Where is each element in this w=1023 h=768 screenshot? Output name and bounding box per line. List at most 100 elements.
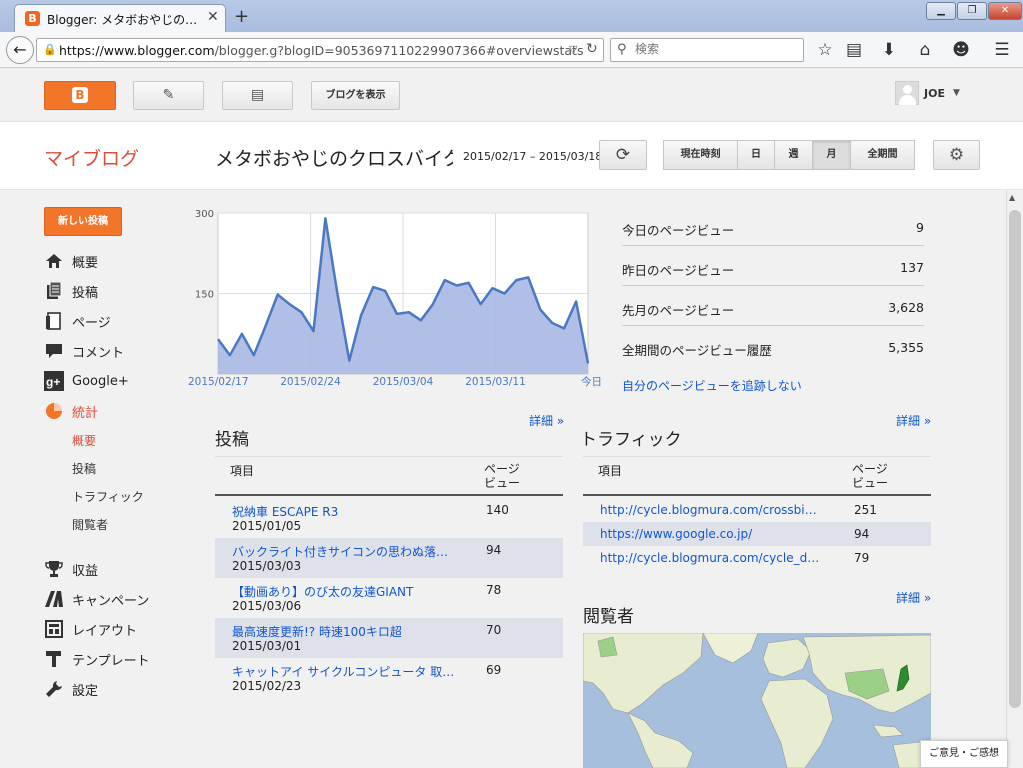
table-row: http://cycle.blogmura.com/crossbike/ 251 [583, 498, 931, 522]
stats-sub-traffic[interactable]: トラフィック [72, 488, 144, 505]
scroll-up-icon[interactable]: ▲ [1009, 193, 1015, 202]
browser-tab[interactable]: B Blogger: メタボおやじの… ✕ [14, 4, 226, 32]
chart-y-tick-label: 150 [195, 290, 214, 301]
range-month-button[interactable]: 月 [812, 140, 851, 170]
new-post-pencil-button[interactable]: ✎ [133, 81, 204, 110]
sidebar-item-overview[interactable]: 概要 [44, 250, 98, 272]
documents-icon: ▤ [250, 87, 265, 103]
sidebar-item-layout[interactable]: レイアウト [44, 618, 137, 640]
traffic-views: 94 [854, 527, 870, 541]
url-dropdown-icon[interactable]: ▽ [569, 43, 577, 56]
sidebar-item-label: キャンペーン [72, 593, 150, 609]
menu-hamburger-icon[interactable]: ☰ [991, 40, 1013, 60]
post-title-link[interactable]: キャットアイ サイクルコンピュータ 取説… [232, 663, 457, 680]
svg-text:g+: g+ [46, 375, 60, 389]
tab-close-icon[interactable]: ✕ [207, 9, 219, 25]
sidebar-item-settings[interactable]: 設定 [44, 678, 98, 700]
posts-more-link[interactable]: 詳細 » [529, 412, 564, 429]
traffic-source-link[interactable]: https://www.google.co.jp/ [600, 527, 822, 541]
table-row: 祝納車 ESCAPE R3 2015/01/05 140 [215, 498, 563, 538]
maximize-button[interactable]: ❐ [957, 2, 987, 20]
sidebar-item-posts[interactable]: 投稿 [44, 280, 98, 302]
browser-search-input[interactable] [635, 42, 795, 56]
sidebar-item-label: レイアウト [72, 623, 138, 639]
campaign-icon [44, 589, 64, 609]
bookmarks-list-icon[interactable]: ▤ [843, 40, 865, 60]
sidebar-item-template[interactable]: テンプレート [44, 648, 150, 670]
window-close-button[interactable]: ✕ [988, 2, 1022, 20]
stat-last-month: 先月のページビュー 3,628 [622, 286, 924, 326]
post-views: 78 [486, 583, 502, 597]
stat-all-time: 全期間のページビュー履歴 5,355 [622, 326, 924, 366]
traffic-col-item: 項目 [598, 464, 623, 478]
posts-table-header: 項目 ページ ビュー [215, 456, 563, 496]
url-text[interactable]: https://www.blogger.com/blogger.g?blogID… [59, 43, 583, 58]
back-button[interactable]: ← [6, 36, 34, 64]
traffic-source-link[interactable]: http://cycle.blogmura.com/crossbike/ [600, 503, 822, 517]
blogger-header: B ✎ ▤ ブログを表示 JOE ▼ [0, 68, 1023, 122]
bookmark-star-icon[interactable]: ☆ [814, 40, 836, 60]
sidebar-item-pages[interactable]: ページ [44, 310, 111, 332]
my-blog-link[interactable]: マイブログ [44, 144, 139, 171]
traffic-source-link[interactable]: http://cycle.blogmura.com/cycle_diary/ [600, 551, 822, 565]
home-browser-icon[interactable]: ⌂ [914, 40, 936, 60]
avatar[interactable] [895, 81, 919, 105]
browser-titlebar: B Blogger: メタボおやじの… ✕ + ▁ ❐ ✕ [0, 0, 1023, 32]
scrollbar-thumb[interactable] [1009, 210, 1021, 708]
pageviews-chart: 150 300 2015/02/17 2015/02/24 2015/03/04 2015… [188, 209, 602, 388]
new-tab-icon[interactable]: + [234, 6, 249, 27]
post-title-link[interactable]: 【動画あり】のび太の友達GIANT [232, 583, 457, 600]
blogger-logo-button[interactable]: B [44, 81, 116, 110]
minimize-button[interactable]: ▁ [926, 2, 956, 20]
posts-section-title: 投稿 [215, 430, 249, 450]
audience-more-link[interactable]: 詳細 » [896, 589, 931, 606]
stat-value: 137 [900, 260, 924, 275]
username[interactable]: JOE [924, 87, 945, 100]
sidebar-item-stats[interactable]: 統計 [44, 400, 98, 422]
posts-list-button[interactable]: ▤ [222, 81, 293, 110]
post-title-link[interactable]: 最高速度更新!? 時速100キロ超 [232, 623, 457, 640]
url-bar[interactable]: 🔒 https://www.blogger.com/blogger.g?blog… [36, 38, 604, 62]
stats-pie-icon [44, 401, 64, 421]
stats-sub-audience[interactable]: 閲覧者 [72, 516, 108, 533]
post-title-link[interactable]: 祝納車 ESCAPE R3 [232, 503, 457, 520]
reload-icon[interactable]: ↻ [586, 41, 598, 57]
stats-sub-posts[interactable]: 投稿 [72, 460, 96, 477]
sidebar-item-label: 統計 [72, 405, 99, 421]
sidebar-item-earnings[interactable]: 収益 [44, 558, 98, 580]
range-day-button[interactable]: 日 [737, 140, 775, 170]
new-post-button[interactable]: 新しい投稿 [44, 207, 122, 236]
sidebar-item-google-plus[interactable]: g+ Google+ [44, 370, 129, 392]
post-title-link[interactable]: バックライト付きサイコンの思わぬ落とし穴 [232, 543, 457, 560]
post-date: 2015/01/05 [232, 519, 302, 533]
stats-sub-overview[interactable]: 概要 [72, 432, 96, 449]
range-week-button[interactable]: 週 [774, 140, 813, 170]
chart-x-tick-label: 2015/03/04 [373, 376, 434, 388]
view-blog-button[interactable]: ブログを表示 [311, 81, 400, 110]
sidebar-item-comments[interactable]: コメント [44, 340, 124, 362]
refresh-button[interactable]: ⟳ [599, 140, 647, 170]
blogger-favicon-icon: B [25, 11, 40, 26]
smiley-icon[interactable]: ☻ [950, 40, 972, 60]
feedback-button[interactable]: ご意見・ご感想 [920, 740, 1008, 768]
layout-icon [44, 619, 64, 639]
download-icon[interactable]: ⬇ [878, 40, 900, 60]
settings-button[interactable]: ⚙ [933, 140, 980, 170]
table-row: バックライト付きサイコンの思わぬ落とし穴 2015/03/03 94 [215, 538, 563, 578]
stat-value: 5,355 [888, 340, 924, 355]
user-dropdown-icon[interactable]: ▼ [953, 88, 960, 98]
range-all-button[interactable]: 全期間 [850, 140, 915, 170]
post-date: 2015/02/23 [232, 679, 302, 693]
stat-label: 今日のページビュー [622, 223, 735, 238]
traffic-views: 79 [854, 551, 870, 565]
browser-navbar: ← 🔒 https://www.blogger.com/blogger.g?bl… [0, 32, 1023, 68]
sidebar-item-label: 設定 [72, 683, 99, 699]
range-now-button[interactable]: 現在時刻 [663, 140, 738, 170]
pages-icon [44, 311, 64, 331]
sidebar-item-campaign[interactable]: キャンペーン [44, 588, 149, 610]
home-icon [44, 251, 64, 271]
traffic-more-link[interactable]: 詳細 » [896, 412, 931, 429]
stat-label: 昨日のページビュー [622, 263, 735, 278]
browser-search-box[interactable]: ⚲ [610, 38, 804, 62]
dont-track-pageviews-link[interactable]: 自分のページビューを追跡しない [622, 377, 802, 394]
